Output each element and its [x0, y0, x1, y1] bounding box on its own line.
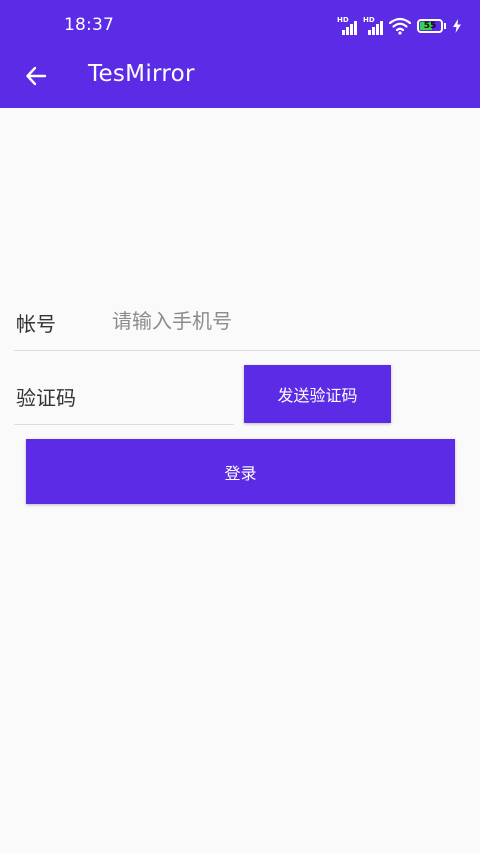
app-bar: 18:37 HD HD 55 TesMirror — [0, 0, 480, 108]
toolbar: TesMirror — [0, 52, 480, 108]
status-icons: HD HD 55 — [337, 14, 462, 38]
send-code-button[interactable]: 发送验证码 — [244, 365, 391, 423]
code-divider — [14, 424, 234, 425]
phone-input[interactable] — [112, 300, 472, 342]
signal-icon: HD — [363, 16, 383, 35]
signal-icon: HD — [337, 16, 357, 35]
verification-code-input[interactable] — [112, 376, 230, 418]
status-bar: 18:37 HD HD 55 — [0, 0, 480, 52]
page-title: TesMirror — [88, 61, 195, 87]
battery-cap — [444, 23, 446, 29]
arrow-left-icon — [26, 66, 47, 86]
account-label: 帐号 — [16, 312, 56, 336]
account-divider — [14, 350, 480, 351]
battery-icon: 55 — [417, 19, 443, 33]
wifi-icon — [389, 17, 411, 35]
back-button[interactable] — [16, 56, 56, 96]
login-button[interactable]: 登录 — [26, 439, 455, 504]
battery-percent: 55 — [423, 21, 437, 31]
charging-icon — [453, 19, 461, 33]
status-time: 18:37 — [64, 15, 114, 35]
verification-code-label: 验证码 — [16, 386, 76, 410]
